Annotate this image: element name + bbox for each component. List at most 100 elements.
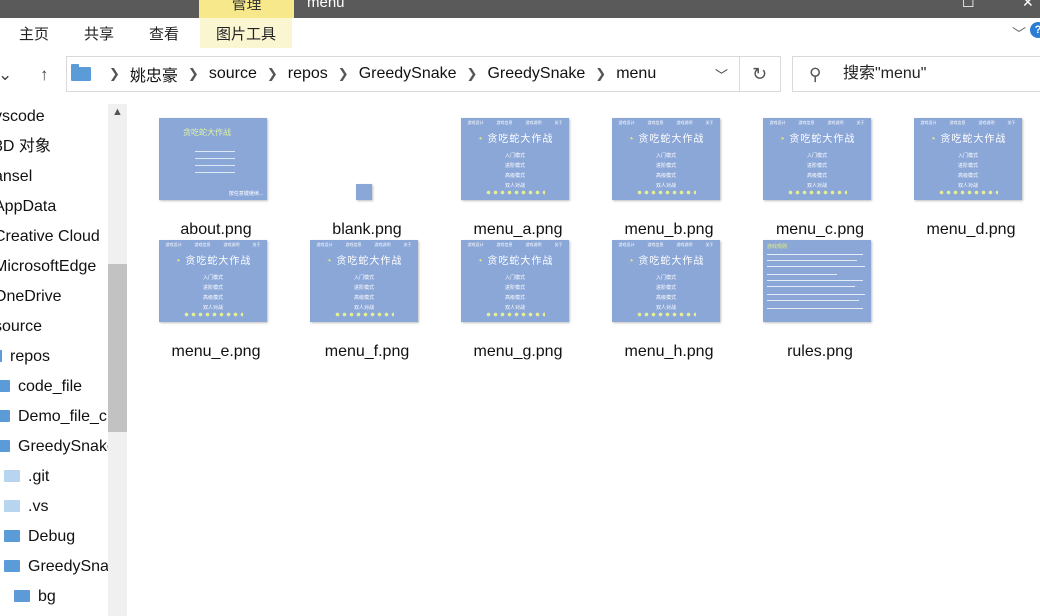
thumb-header: 游戏设计 游戏信息 游戏说明 关于 xyxy=(914,120,1022,126)
snake-head-icon: ◔ xyxy=(627,256,639,267)
file-item-menu[interactable]: 游戏设计 游戏信息 游戏说明 关于 ◔ 贪吃蛇大作战 入门模式 进阶模式 高级模式 双人对战 me… xyxy=(146,240,286,360)
sidebar-item-appdata[interactable]: AppData xyxy=(0,194,56,224)
ribbon-expand-chevron-icon[interactable]: ﹀ xyxy=(1012,24,1026,44)
chevron-right-icon[interactable]: ❯ xyxy=(188,66,199,82)
sidebar-item-3d-objects[interactable]: 3D 对象 xyxy=(0,134,51,164)
sidebar-item-ansel[interactable]: ansel xyxy=(0,164,32,194)
thumb-header-item: 游戏设计 xyxy=(467,120,484,125)
breadcrumb-item[interactable]: 姚忠豪 xyxy=(130,62,178,86)
folder-icon xyxy=(14,590,30,602)
thumb-header-item: 游戏信息 xyxy=(798,120,815,125)
file-item-menu[interactable]: 游戏设计 游戏信息 游戏说明 关于 ◔ 贪吃蛇大作战 入门模式 进阶模式 高级模式 双人对战 me… xyxy=(599,118,739,238)
sidebar-item-greedysna[interactable]: GreedySna xyxy=(4,554,109,584)
thumb-header-item: 游戏信息 xyxy=(647,242,664,247)
thumb-menu-item: 进阶模式 xyxy=(655,285,676,291)
file-item-menu[interactable]: 游戏设计 游戏信息 游戏说明 关于 ◔ 贪吃蛇大作战 入门模式 进阶模式 高级模式 双人对战 me… xyxy=(448,118,588,238)
thumb-title: ◔ 贪吃蛇大作战 xyxy=(612,130,720,145)
thumb-header-item: 关于 xyxy=(705,242,714,247)
thumb-header-item: 关于 xyxy=(554,120,563,125)
thumbnail-image: 贪吃蛇大作战 按任意键继续... xyxy=(159,118,267,200)
breadcrumb-item[interactable]: menu xyxy=(616,65,656,83)
sidebar-item-vscode[interactable]: vscode xyxy=(0,104,45,134)
sidebar-item-microsoftedge[interactable]: MicrosoftEdge xyxy=(0,254,96,284)
thumb-header: 游戏设计 游戏信息 游戏说明 关于 xyxy=(763,120,871,126)
search-input[interactable]: ⚲ 搜索"menu" xyxy=(792,56,1040,92)
sidebar-item-onedrive[interactable]: OneDrive xyxy=(0,284,62,314)
file-item-blank[interactable]: blank.png xyxy=(297,118,437,238)
manage-tab[interactable]: 管理 xyxy=(199,0,294,18)
sidebar-item-repos[interactable]: repos xyxy=(0,344,50,374)
sidebar-scroll-thumb[interactable] xyxy=(108,264,127,432)
sidebar-item-creative-cloud[interactable]: Creative Cloud xyxy=(0,224,100,254)
tab-home[interactable]: 主页 xyxy=(19,18,49,48)
breadcrumb-item[interactable]: repos xyxy=(288,65,328,83)
sidebar-item-git[interactable]: .git xyxy=(4,464,49,494)
sidebar-item-vs[interactable]: .vs xyxy=(4,494,48,524)
tab-share[interactable]: 共享 xyxy=(84,18,114,48)
file-item-menu[interactable]: 游戏设计 游戏信息 游戏说明 关于 ◔ 贪吃蛇大作战 入门模式 进阶模式 高级模式 双人对战 me… xyxy=(599,240,739,360)
chevron-right-icon[interactable]: ❯ xyxy=(338,66,349,82)
chevron-right-icon[interactable]: ❯ xyxy=(595,66,606,82)
chevron-right-icon[interactable]: ❯ xyxy=(109,66,120,82)
folder-icon xyxy=(0,380,10,392)
sidebar-item-bg[interactable]: bg xyxy=(14,584,56,614)
close-icon[interactable]: ✕ xyxy=(1022,0,1034,11)
thumb-title: ◔ 贪吃蛇大作战 xyxy=(612,252,720,267)
thumb-menu-item: 双人对战 xyxy=(957,183,978,189)
sidebar-item-label: ansel xyxy=(0,168,33,185)
scroll-up-icon[interactable]: ▲ xyxy=(112,106,123,118)
thumb-header: 游戏设计 游戏信息 游戏说明 关于 xyxy=(612,120,720,126)
thumb-title-text: 贪吃蛇大作战 xyxy=(789,134,856,145)
file-item-menu[interactable]: 游戏设计 游戏信息 游戏说明 关于 ◔ 贪吃蛇大作战 入门模式 进阶模式 高级模式 双人对战 me… xyxy=(297,240,437,360)
file-item-menu[interactable]: 游戏设计 游戏信息 游戏说明 关于 ◔ 贪吃蛇大作战 入门模式 进阶模式 高级模式 双人对战 me… xyxy=(448,240,588,360)
snake-head-icon: ◔ xyxy=(476,134,488,145)
chevron-right-icon[interactable]: ❯ xyxy=(267,66,278,82)
thumb-header-item: 游戏信息 xyxy=(194,242,211,247)
thumb-menu-item: 双人对战 xyxy=(504,183,525,189)
thumb-menu-item: 高级模式 xyxy=(957,173,978,179)
sidebar-item-demo-file[interactable]: Demo_file_c xyxy=(0,404,107,434)
tab-view[interactable]: 查看 xyxy=(149,18,179,48)
sidebar-item-code-file[interactable]: code_file xyxy=(0,374,82,404)
file-item-menu[interactable]: 游戏设计 游戏信息 游戏说明 关于 ◔ 贪吃蛇大作战 入门模式 进阶模式 高级模式 双人对战 me… xyxy=(750,118,890,238)
file-name: menu_c.png xyxy=(775,221,865,238)
thumb-title-text: 贪吃蛇大作战 xyxy=(487,256,554,267)
sidebar-item-label: Creative Cloud xyxy=(0,228,100,245)
sidebar-item-source[interactable]: source xyxy=(0,314,42,344)
help-icon[interactable]: ? xyxy=(1030,22,1040,38)
thumb-line xyxy=(767,308,863,309)
thumb-header: 游戏设计 游戏信息 游戏说明 关于 xyxy=(461,242,569,248)
thumb-line xyxy=(195,172,235,173)
thumb-line xyxy=(195,158,235,159)
thumb-menu-item: 高级模式 xyxy=(504,173,525,179)
file-name: menu_b.png xyxy=(624,221,714,238)
refresh-button[interactable]: ↻ xyxy=(739,56,781,92)
folder-icon xyxy=(71,64,91,81)
tab-picture-tools[interactable]: 图片工具 xyxy=(200,18,293,48)
thumb-menu-item: 入门模式 xyxy=(957,153,978,159)
navigation-pane: vscode 3D 对象 ansel AppData Creative Clou… xyxy=(0,104,127,616)
thumb-menu-item: 双人对战 xyxy=(655,305,676,311)
up-arrow-icon[interactable]: ↑ xyxy=(40,65,49,85)
chevron-down-icon[interactable]: ﹀ xyxy=(715,65,728,84)
file-item-about[interactable]: 贪吃蛇大作战 按任意键继续... about.png xyxy=(146,118,286,238)
thumb-header-item: 游戏设计 xyxy=(618,120,635,125)
thumb-menu-item: 双人对战 xyxy=(504,305,525,311)
thumb-snake-dots xyxy=(636,312,696,317)
file-name: menu_g.png xyxy=(473,343,563,360)
snake-head-icon: ◔ xyxy=(174,256,186,267)
chevron-right-icon[interactable]: ❯ xyxy=(467,66,478,82)
file-item-menu[interactable]: 游戏设计 游戏信息 游戏说明 关于 ◔ 贪吃蛇大作战 入门模式 进阶模式 高级模式 双人对战 me… xyxy=(901,118,1040,238)
breadcrumb-item[interactable]: GreedySnake xyxy=(359,65,457,83)
sidebar-item-greedysnake[interactable]: GreedySnake xyxy=(0,434,116,464)
breadcrumb-item[interactable]: source xyxy=(209,65,257,83)
thumb-title: ◔ 贪吃蛇大作战 xyxy=(310,252,418,267)
maximize-icon[interactable]: ☐ xyxy=(962,0,975,11)
address-bar[interactable]: ❯ 姚忠豪 ❯ source ❯ repos ❯ GreedySnake ❯ G… xyxy=(66,56,740,92)
sidebar-item-debug[interactable]: Debug xyxy=(4,524,75,554)
file-item-rules[interactable]: 游戏规则 rules.png xyxy=(750,240,890,360)
breadcrumb-item[interactable]: GreedySnake xyxy=(487,65,585,83)
thumb-header: 游戏设计 游戏信息 游戏说明 关于 xyxy=(612,242,720,248)
recent-locations-chevron-icon[interactable]: ⌄ xyxy=(0,65,12,85)
thumb-menu-item: 入门模式 xyxy=(655,275,676,281)
